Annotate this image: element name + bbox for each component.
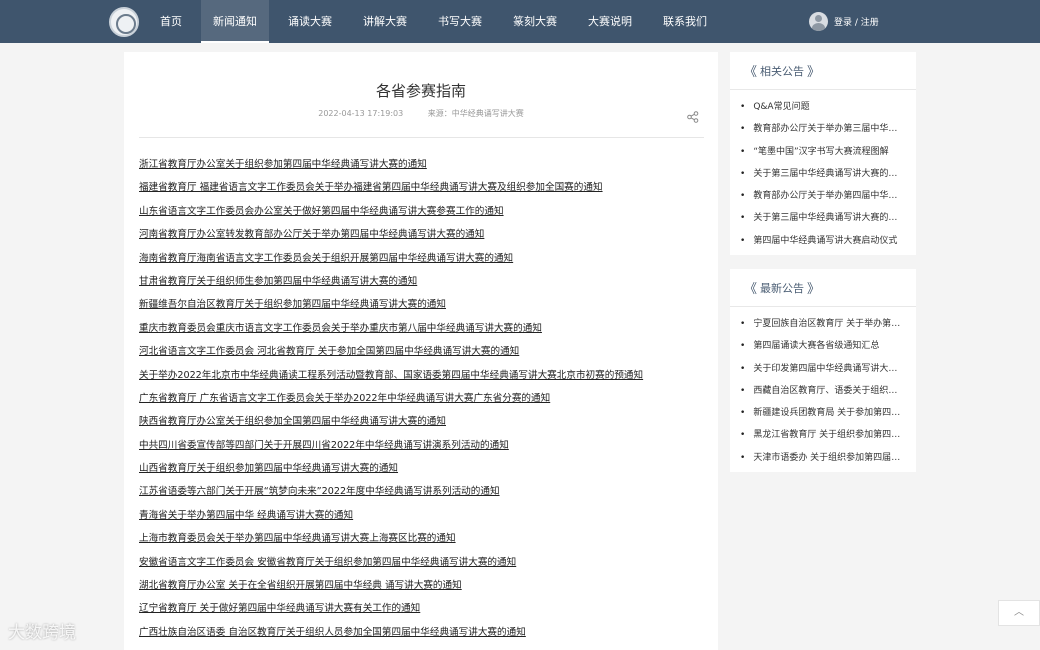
announcement-link[interactable]: 关于第三届中华经典诵写讲大赛的说明 [740,163,905,185]
province-link-list: 浙江省教育厅办公室关于组织参加第四届中华经典诵写讲大赛的通知福建省教育厅 福建省… [139,158,709,649]
province-notice-link[interactable]: 重庆市教育委员会重庆市语言文字工作委员会关于举办重庆市第八届中华经典诵写讲大赛的… [139,323,542,334]
list-item: 新疆维吾尔自治区教育厅关于组织参加第四届中华经典诵写讲大赛的通知 [139,298,709,321]
related-announcements-header: 《 相关公告 》 [730,52,916,90]
nav-item[interactable]: 讲解大赛 [351,0,419,43]
back-to-top-button[interactable]: ︿ [998,600,1040,626]
announcement-link[interactable]: Q&A常见问题 [740,96,905,118]
list-item: 湖北省教育厅办公室 关于在全省组织开展第四届中华经典 诵写讲大赛的通知 [139,579,709,602]
top-navbar: 首页 新闻通知 诵读大赛 讲解大赛 书写大赛 篆刻大赛 大赛说明 联系我们 登录 / 注册 [0,0,1040,43]
announcement-link[interactable]: 第四届诵读大赛各省级通知汇总 [740,335,905,357]
announcement-link[interactable]: 天津市语委办 关于组织参加第四届大赛的通知 [740,447,905,469]
main-nav: 首页 新闻通知 诵读大赛 讲解大赛 书写大赛 篆刻大赛 大赛说明 联系我们 [148,0,726,43]
chevron-up-icon: ︿ [1014,607,1024,618]
province-notice-link[interactable]: 福建省教育厅 福建省语言文字工作委员会关于举办福建省第四届中华经典诵写讲大赛及组… [139,182,603,193]
list-item: 关于举办2022年北京市中华经典诵读工程系列活动暨教育部、国家语委第四届中华经典… [139,369,709,392]
announcement-link[interactable]: 教育部办公厅关于举办第三届中华经典诵写讲大赛的通知 [740,118,905,140]
list-item: 浙江省教育厅办公室关于组织参加第四届中华经典诵写讲大赛的通知 [139,158,709,181]
bracket-left-icon: 《 [744,65,758,80]
related-announcements-title: 相关公告 [760,64,805,78]
province-notice-link[interactable]: 河南省教育厅办公室转发教育部办公厅关于举办第四届中华经典诵写讲大赛的通知 [139,229,484,240]
province-notice-link[interactable]: 辽宁省教育厅 关于做好第四届中华经典诵写讲大赛有关工作的通知 [139,603,420,614]
list-item: 山西省教育厅关于组织参加第四届中华经典诵写讲大赛的通知 [139,462,709,485]
list-item: 海南省教育厅海南省语言文字工作委员会关于组织开展第四届中华经典诵写讲大赛的通知 [139,252,709,275]
province-notice-link[interactable]: 上海市教育委员会关于举办第四届中华经典诵写讲大赛上海赛区比赛的通知 [139,533,456,544]
list-item: 青海省关于举办第四届中华 经典诵写讲大赛的通知 [139,509,709,532]
site-logo[interactable] [109,7,139,37]
nav-item[interactable]: 篆刻大赛 [501,0,569,43]
watermark: 大数跨境 [8,623,76,643]
latest-announcements-title: 最新公告 [760,281,805,295]
list-item: 广东省教育厅 广东省语言文字工作委员会关于举办2022年中华经典诵写讲大赛广东省… [139,392,709,415]
page-title: 各省参赛指南 [375,82,466,100]
article-source: 来源：中华经典诵写讲大赛 [427,109,524,118]
nav-item[interactable]: 联系我们 [651,0,719,43]
nav-item[interactable]: 大赛说明 [576,0,644,43]
latest-announcements-header: 《 最新公告 》 [730,269,916,307]
province-notice-link[interactable]: 中共四川省委宣传部等四部门关于开展四川省2022年中华经典诵写讲演系列活动的通知 [139,440,509,451]
nav-item[interactable]: 诵读大赛 [276,0,344,43]
list-item: 重庆市教育委员会重庆市语言文字工作委员会关于举办重庆市第八届中华经典诵写讲大赛的… [139,322,709,345]
user-avatar-icon[interactable] [809,12,828,31]
announcement-link[interactable]: 宁夏回族自治区教育厅 关于举办第四届中华经典诵写讲大赛的通知 [740,313,905,335]
province-notice-link[interactable]: 青海省关于举办第四届中华 经典诵写讲大赛的通知 [139,510,353,521]
nav-item[interactable]: 首页 [148,0,194,43]
announcement-link[interactable]: 新疆建设兵团教育局 关于参加第四届大赛的通知 [740,402,905,424]
province-notice-link[interactable]: 新疆维吾尔自治区教育厅关于组织参加第四届中华经典诵写讲大赛的通知 [139,299,446,310]
province-notice-link[interactable]: 海南省教育厅海南省语言文字工作委员会关于组织开展第四届中华经典诵写讲大赛的通知 [139,253,513,264]
province-notice-link[interactable]: 安徽省语言文字工作委员会 安徽省教育厅关于组织参加第四届中华经典诵写讲大赛的通知 [139,557,516,568]
related-announcements-card: 《 相关公告 》 Q&A常见问题教育部办公厅关于举办第三届中华经典诵写讲大赛的通… [730,52,916,255]
announcement-link[interactable]: 教育部办公厅关于举办第四届中华经典诵写讲大赛的通知 [740,185,905,207]
latest-announcements-list: 宁夏回族自治区教育厅 关于举办第四届中华经典诵写讲大赛的通知第四届诵读大赛各省级… [730,307,916,469]
announcement-link[interactable]: 关于第三届中华经典诵写讲大赛的通知 [740,207,905,229]
share-icon[interactable] [687,111,699,123]
province-notice-link[interactable]: 广东省教育厅 广东省语言文字工作委员会关于举办2022年中华经典诵写讲大赛广东省… [139,393,550,404]
province-notice-link[interactable]: 山东省语言文字工作委员会办公室关于做好第四届中华经典诵写讲大赛参赛工作的通知 [139,206,504,217]
list-item: 上海市教育委员会关于举办第四届中华经典诵写讲大赛上海赛区比赛的通知 [139,532,709,555]
province-notice-link[interactable]: 河北省语言文字工作委员会 河北省教育厅 关于参加全国第四届中华经典诵写讲大赛的通… [139,346,519,357]
bracket-right-icon: 》 [807,65,821,80]
province-notice-link[interactable]: 广西壮族自治区语委 自治区教育厅关于组织人员参加全国第四届中华经典诵写讲大赛的通… [139,627,526,638]
province-notice-link[interactable]: 山西省教育厅关于组织参加第四届中华经典诵写讲大赛的通知 [139,463,398,474]
login-register-link[interactable]: 登录 / 注册 [809,12,879,31]
nav-item[interactable]: 新闻通知 [201,0,269,43]
announcement-link[interactable]: 黑龙江省教育厅 关于组织参加第四届大赛的通知 [740,424,905,446]
list-item: 广西壮族自治区语委 自治区教育厅关于组织人员参加全国第四届中华经典诵写讲大赛的通… [139,626,709,649]
list-item: 江苏省语委等六部门关于开展“筑梦向未来”2022年度中华经典诵写讲系列活动的通知 [139,485,709,508]
province-notice-link[interactable]: 湖北省教育厅办公室 关于在全省组织开展第四届中华经典 诵写讲大赛的通知 [139,580,462,591]
bracket-right-icon: 》 [807,282,821,297]
article-meta: 2022-04-13 17:19:03 来源：中华经典诵写讲大赛 [124,108,718,119]
province-notice-link[interactable]: 陕西省教育厅办公室关于组织参加全国第四届中华经典诵写讲大赛的通知 [139,416,446,427]
article-date: 2022-04-13 17:19:03 [318,109,404,118]
list-item: 陕西省教育厅办公室关于组织参加全国第四届中华经典诵写讲大赛的通知 [139,415,709,438]
list-item: 安徽省语言文字工作委员会 安徽省教育厅关于组织参加第四届中华经典诵写讲大赛的通知 [139,556,709,579]
list-item: 中共四川省委宣传部等四部门关于开展四川省2022年中华经典诵写讲演系列活动的通知 [139,439,709,462]
province-notice-link[interactable]: 江苏省语委等六部门关于开展“筑梦向未来”2022年度中华经典诵写讲系列活动的通知 [139,486,500,497]
province-notice-link[interactable]: 关于举办2022年北京市中华经典诵读工程系列活动暨教育部、国家语委第四届中华经典… [139,370,643,381]
list-item: 河北省语言文字工作委员会 河北省教育厅 关于参加全国第四届中华经典诵写讲大赛的通… [139,345,709,368]
list-item: 辽宁省教育厅 关于做好第四届中华经典诵写讲大赛有关工作的通知 [139,602,709,625]
announcement-link[interactable]: “笔墨中国”汉字书写大赛流程图解 [740,141,905,163]
list-item: 福建省教育厅 福建省语言文字工作委员会关于举办福建省第四届中华经典诵写讲大赛及组… [139,181,709,204]
article-panel: 各省参赛指南 2022-04-13 17:19:03 来源：中华经典诵写讲大赛 … [124,52,718,650]
related-announcements-list: Q&A常见问题教育部办公厅关于举办第三届中华经典诵写讲大赛的通知“笔墨中国”汉字… [730,90,916,252]
province-notice-link[interactable]: 甘肃省教育厅关于组织师生参加第四届中华经典诵写讲大赛的通知 [139,276,417,287]
login-label[interactable]: 登录 / 注册 [834,15,879,28]
list-item: 山东省语言文字工作委员会办公室关于做好第四届中华经典诵写讲大赛参赛工作的通知 [139,205,709,228]
list-item: 甘肃省教育厅关于组织师生参加第四届中华经典诵写讲大赛的通知 [139,275,709,298]
province-notice-link[interactable]: 浙江省教育厅办公室关于组织参加第四届中华经典诵写讲大赛的通知 [139,159,427,170]
announcement-link[interactable]: 第四届中华经典诵写讲大赛启动仪式 [740,230,905,252]
latest-announcements-card: 《 最新公告 》 宁夏回族自治区教育厅 关于举办第四届中华经典诵写讲大赛的通知第… [730,269,916,472]
list-item: 河南省教育厅办公室转发教育部办公厅关于举办第四届中华经典诵写讲大赛的通知 [139,228,709,251]
announcement-link[interactable]: 西藏自治区教育厅、语委关于组织参加第四届大赛的通知 [740,380,905,402]
title-divider [139,137,704,138]
announcement-link[interactable]: 关于印发第四届中华经典诵写讲大赛的通知 [740,358,905,380]
bracket-left-icon: 《 [744,282,758,297]
nav-item[interactable]: 书写大赛 [426,0,494,43]
